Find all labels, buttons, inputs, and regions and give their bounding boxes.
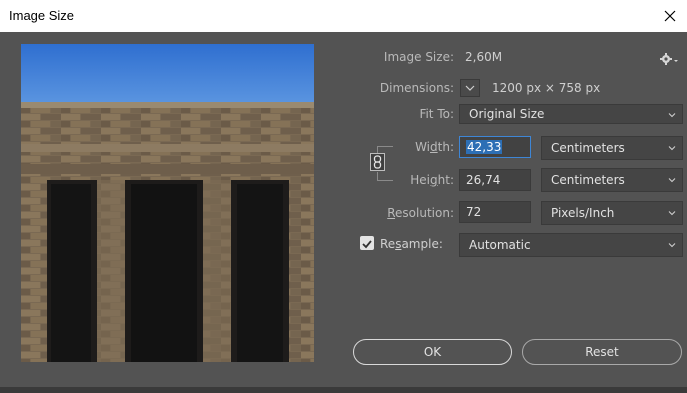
- resolution-input[interactable]: 72: [459, 201, 531, 223]
- image-size-value: 2,60M: [465, 50, 503, 64]
- chevron-down-icon: [668, 113, 676, 118]
- link-bracket-top: [377, 146, 393, 147]
- resample-method-value: Automatic: [469, 238, 531, 252]
- dimensions-label: Dimensions:: [379, 81, 454, 95]
- image-preview[interactable]: [21, 44, 314, 362]
- height-value: 26,74: [466, 173, 501, 187]
- resample-checkbox[interactable]: [360, 236, 374, 250]
- width-unit-dropdown[interactable]: Centimeters: [541, 136, 683, 160]
- dialog-title: Image Size: [9, 8, 75, 23]
- resample-label: Resample:: [380, 237, 443, 251]
- reset-button[interactable]: Reset: [522, 339, 682, 365]
- resample-method-dropdown[interactable]: Automatic: [459, 233, 683, 257]
- height-unit-dropdown[interactable]: Centimeters: [541, 168, 683, 192]
- close-button[interactable]: [657, 3, 683, 29]
- checkmark-icon: [362, 240, 372, 249]
- chevron-down-icon: [668, 211, 676, 216]
- fit-to-dropdown[interactable]: Original Size: [459, 104, 683, 124]
- chevron-down-icon: [668, 243, 676, 248]
- image-size-label: Image Size:: [383, 50, 454, 64]
- width-input[interactable]: 42,33: [459, 136, 531, 158]
- chevron-down-icon: [668, 178, 676, 183]
- width-unit-value: Centimeters: [551, 141, 625, 155]
- height-input[interactable]: 26,74: [459, 169, 531, 191]
- close-icon: [664, 10, 676, 22]
- gear-icon[interactable]: [659, 52, 679, 66]
- ok-button[interactable]: OK: [353, 339, 512, 365]
- chevron-down-icon: [668, 146, 676, 151]
- chain-link-icon: [373, 155, 382, 169]
- resolution-label: Resolution:: [387, 206, 454, 220]
- dimensions-value: 1200 px × 758 px: [492, 81, 601, 95]
- title-bar: Image Size: [0, 0, 687, 32]
- dimensions-dropdown-button[interactable]: [460, 79, 480, 97]
- height-label: Height:: [410, 173, 454, 187]
- height-unit-value: Centimeters: [551, 173, 625, 187]
- resolution-unit-value: Pixels/Inch: [551, 206, 615, 220]
- chevron-down-icon: [465, 85, 475, 91]
- image-size-dialog: Image Size Image Size: 2,60M Dimensions:…: [0, 0, 687, 393]
- fit-to-label: Fit To:: [419, 107, 454, 121]
- width-label: Width:: [415, 140, 454, 154]
- link-bracket-bottom: [377, 180, 393, 181]
- window-bottom-edge: [0, 387, 687, 393]
- resolution-value: 72: [466, 205, 482, 219]
- constrain-proportions-toggle[interactable]: [370, 153, 385, 171]
- width-value: 42,33: [466, 140, 503, 154]
- preview-image: [21, 44, 314, 362]
- fit-to-value: Original Size: [469, 107, 545, 121]
- link-bracket-bottom-vertical: [377, 172, 378, 180]
- resolution-unit-dropdown[interactable]: Pixels/Inch: [541, 201, 683, 225]
